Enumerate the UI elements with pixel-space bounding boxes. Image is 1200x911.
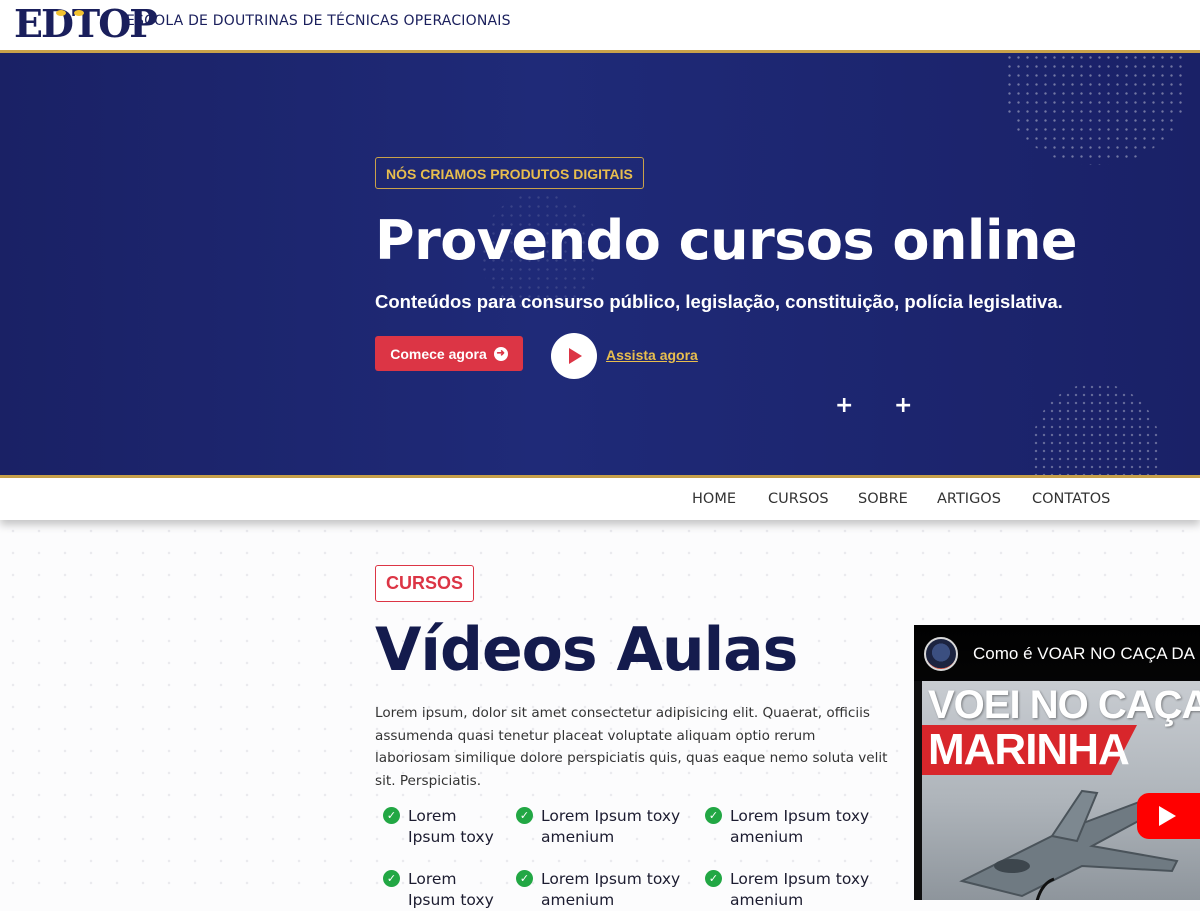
plus-decoration: + — [835, 393, 854, 418]
feature-label: Lorem Ipsum toxy — [408, 807, 494, 846]
main-nav: HOME CURSOS SOBRE ARTIGOS CONTATOS — [0, 478, 1200, 520]
section-badge: CURSOS — [375, 565, 474, 602]
arrow-circle-right-icon: ➜ — [493, 346, 508, 361]
youtube-play-icon[interactable] — [1137, 793, 1200, 839]
check-circle-icon: ✓ — [516, 870, 533, 887]
feature-label: Lorem Ipsum toxy amenium — [730, 870, 870, 909]
owl-eyes-icon — [56, 10, 86, 20]
thumbnail-text-line2: MARINHA — [928, 725, 1130, 774]
check-circle-icon: ✓ — [705, 807, 722, 824]
site-header: EDTOP ESCOLA DE DOUTRINAS DE TÉCNICAS OP… — [0, 0, 1200, 53]
feature-label: Lorem Ipsum toxy — [408, 870, 494, 909]
nav-item-cursos[interactable]: CURSOS — [768, 478, 829, 520]
play-video-button[interactable] — [551, 333, 597, 379]
decorative-dots-top-right — [1005, 53, 1185, 165]
hero-subtitle: Conteúdos para consurso público, legisla… — [375, 291, 1063, 312]
feature-label: Lorem Ipsum toxy amenium — [730, 807, 870, 846]
nav-item-contatos[interactable]: CONTATOS — [1032, 478, 1110, 520]
check-circle-icon: ✓ — [383, 807, 400, 824]
nav-item-artigos[interactable]: ARTIGOS — [937, 478, 1001, 520]
check-circle-icon: ✓ — [383, 870, 400, 887]
channel-avatar[interactable] — [924, 637, 958, 671]
hero-section: NÓS CRIAMOS PRODUTOS DIGITAIS Provendo c… — [0, 53, 1200, 478]
feature-item: ✓ Lorem Ipsum toxy amenium — [705, 806, 885, 848]
site-logo[interactable]: EDTOP — [14, 2, 158, 46]
decorative-dots-bottom-right — [1032, 383, 1160, 475]
video-title[interactable]: Como é VOAR NO CAÇA DA MARINHA — [973, 644, 1200, 664]
youtube-video-embed[interactable]: VOEI NO CAÇA DA MARINHA Como é VOAR NO C… — [914, 625, 1200, 900]
play-icon — [569, 348, 582, 364]
feature-item: ✓ Lorem Ipsum toxy amenium — [705, 869, 885, 911]
check-circle-icon: ✓ — [705, 870, 722, 887]
plus-decoration: + — [894, 393, 913, 418]
feature-item: ✓ Lorem Ipsum toxy amenium — [516, 869, 696, 911]
nav-item-sobre[interactable]: SOBRE — [858, 478, 908, 520]
hero-title: Provendo cursos online — [375, 209, 1078, 272]
start-now-label: Comece agora — [390, 345, 487, 362]
org-name: ESCOLA DE DOUTRINAS DE TÉCNICAS OPERACIO… — [126, 13, 511, 29]
start-now-button[interactable]: Comece agora ➜ — [375, 336, 523, 371]
video-thumbnail: VOEI NO CAÇA DA MARINHA — [922, 681, 1200, 900]
video-header: Como é VOAR NO CAÇA DA MARINHA — [914, 625, 1200, 681]
section-title: Vídeos Aulas — [375, 615, 798, 685]
hero-badge: NÓS CRIAMOS PRODUTOS DIGITAIS — [375, 157, 644, 189]
feature-item: ✓ Lorem Ipsum toxy — [383, 806, 508, 848]
feature-label: Lorem Ipsum toxy amenium — [541, 870, 681, 909]
feature-label: Lorem Ipsum toxy amenium — [541, 807, 681, 846]
check-circle-icon: ✓ — [516, 807, 533, 824]
watch-now-link[interactable]: Assista agora — [606, 347, 698, 363]
section-description: Lorem ipsum, dolor sit amet consectetur … — [375, 705, 888, 789]
feature-item: ✓ Lorem Ipsum toxy — [383, 869, 508, 911]
play-triangle-icon — [1159, 806, 1176, 826]
feature-item: ✓ Lorem Ipsum toxy amenium — [516, 806, 696, 848]
thumbnail-text-line1: VOEI NO CAÇA DA — [928, 683, 1200, 727]
nav-item-home[interactable]: HOME — [692, 478, 736, 520]
